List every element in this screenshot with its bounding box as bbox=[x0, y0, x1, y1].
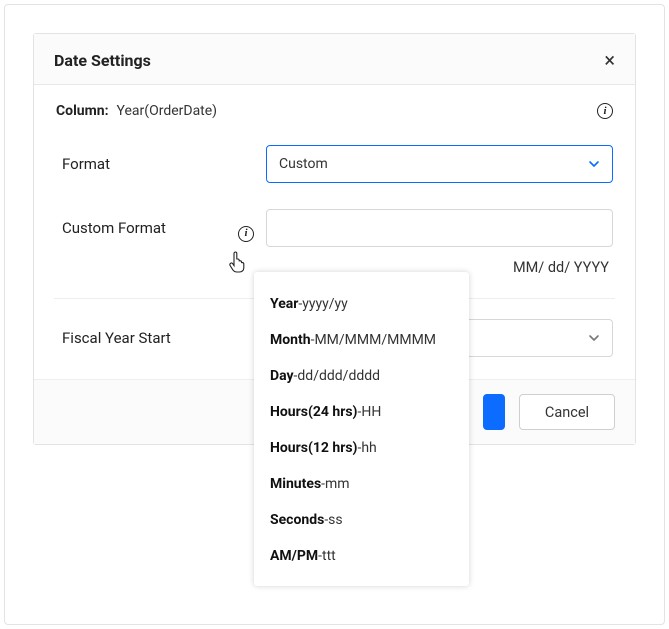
tooltip-item-bold: Seconds bbox=[270, 512, 324, 528]
format-selected-value: Custom bbox=[279, 156, 328, 172]
tooltip-item-rest: -dd/ddd/dddd bbox=[294, 368, 380, 384]
panel-title: Date Settings bbox=[54, 51, 151, 70]
panel-header: Date Settings × bbox=[34, 34, 635, 85]
tooltip-item-bold: AM/PM bbox=[270, 548, 318, 564]
tooltip-item-bold: Day bbox=[270, 368, 294, 384]
format-row: Format Custom bbox=[56, 145, 613, 183]
tooltip-item: Year-yyyy/yy bbox=[270, 286, 453, 322]
tooltip-item: Hours(12 hrs)-hh bbox=[270, 430, 453, 466]
custom-format-label-wrap: Custom Format i bbox=[56, 219, 266, 237]
format-label: Format bbox=[56, 155, 266, 173]
fiscal-label: Fiscal Year Start bbox=[56, 329, 266, 347]
close-icon[interactable]: × bbox=[604, 50, 615, 70]
cancel-button[interactable]: Cancel bbox=[519, 394, 615, 430]
tooltip-item-bold: Month bbox=[270, 332, 311, 348]
tooltip-item-rest: -HH bbox=[357, 404, 381, 420]
tooltip-item: Hours(24 hrs)-HH bbox=[270, 394, 453, 430]
custom-format-label: Custom Format bbox=[62, 219, 166, 237]
tooltip-item: Month-MM/MMM/MMMM bbox=[270, 322, 453, 358]
tooltip-item: AM/PM-ttt bbox=[270, 538, 453, 574]
custom-format-hint: MM/ dd/ YYYY bbox=[513, 259, 609, 276]
info-icon[interactable]: i bbox=[238, 226, 254, 242]
ok-button[interactable] bbox=[483, 394, 505, 430]
chevron-down-icon bbox=[588, 158, 600, 170]
column-value: Year(OrderDate) bbox=[117, 103, 218, 119]
tooltip-item-rest: -ss bbox=[324, 512, 342, 528]
tooltip-item-bold: Hours(24 hrs) bbox=[270, 404, 357, 420]
format-select[interactable]: Custom bbox=[266, 145, 613, 183]
tooltip-item-rest: -ttt bbox=[318, 548, 336, 564]
tooltip-item: Minutes-mm bbox=[270, 466, 453, 502]
tooltip-item-bold: Hours(12 hrs) bbox=[270, 440, 357, 456]
column-label-wrap: Column: Year(OrderDate) bbox=[56, 103, 217, 119]
cancel-button-label: Cancel bbox=[545, 404, 589, 421]
tooltip-item: Day-dd/ddd/dddd bbox=[270, 358, 453, 394]
info-icon[interactable]: i bbox=[597, 103, 613, 119]
tooltip-item-bold: Year bbox=[270, 296, 298, 312]
tooltip-item-bold: Minutes bbox=[270, 476, 321, 492]
chevron-down-icon bbox=[588, 332, 600, 344]
format-tokens-tooltip: Year-yyyy/yyMonth-MM/MMM/MMMMDay-dd/ddd/… bbox=[254, 272, 469, 586]
tooltip-item-rest: -hh bbox=[357, 440, 376, 456]
tooltip-item-rest: -MM/MMM/MMMM bbox=[311, 332, 436, 348]
custom-format-row: Custom Format i bbox=[56, 209, 613, 247]
column-label: Column: bbox=[56, 103, 109, 119]
tooltip-item-rest: -mm bbox=[321, 476, 349, 492]
custom-format-input[interactable] bbox=[266, 209, 613, 247]
tooltip-item: Seconds-ss bbox=[270, 502, 453, 538]
tooltip-item-rest: -yyyy/yy bbox=[298, 296, 347, 312]
column-row: Column: Year(OrderDate) i bbox=[56, 103, 613, 119]
